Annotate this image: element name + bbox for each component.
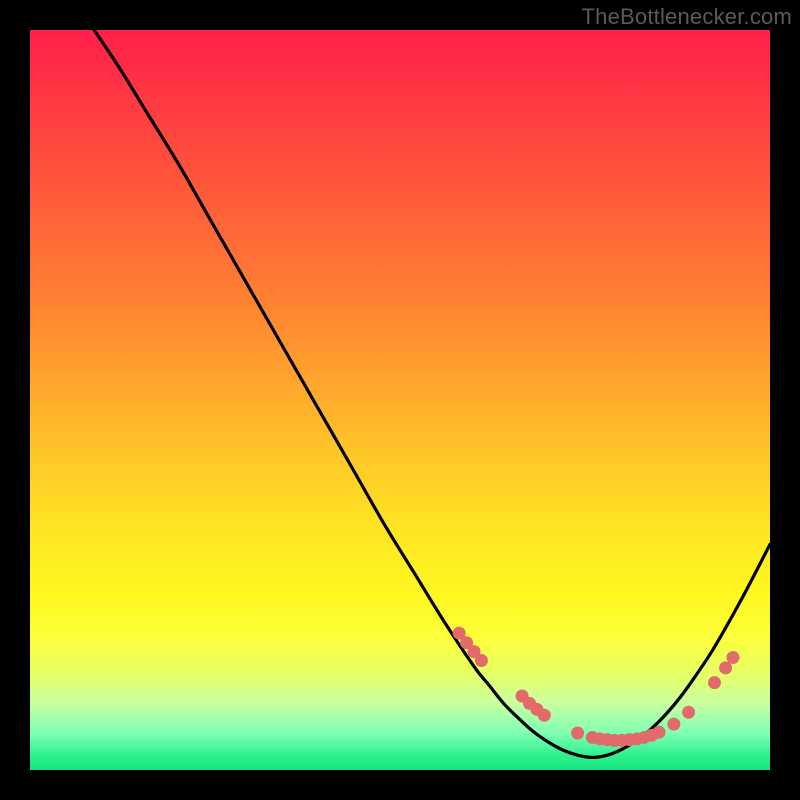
data-marker — [538, 709, 551, 722]
watermark-text: TheBottlenecker.com — [582, 4, 792, 30]
marker-group — [453, 627, 740, 747]
chart-frame: TheBottlenecker.com — [0, 0, 800, 800]
data-marker — [708, 676, 721, 689]
data-marker — [475, 654, 488, 667]
bottleneck-curve — [30, 0, 770, 757]
curve-svg — [30, 30, 770, 770]
data-marker — [653, 726, 666, 739]
data-marker — [727, 651, 740, 664]
plot-area — [30, 30, 770, 770]
data-marker — [682, 706, 695, 719]
data-marker — [667, 718, 680, 731]
data-marker — [571, 727, 584, 740]
